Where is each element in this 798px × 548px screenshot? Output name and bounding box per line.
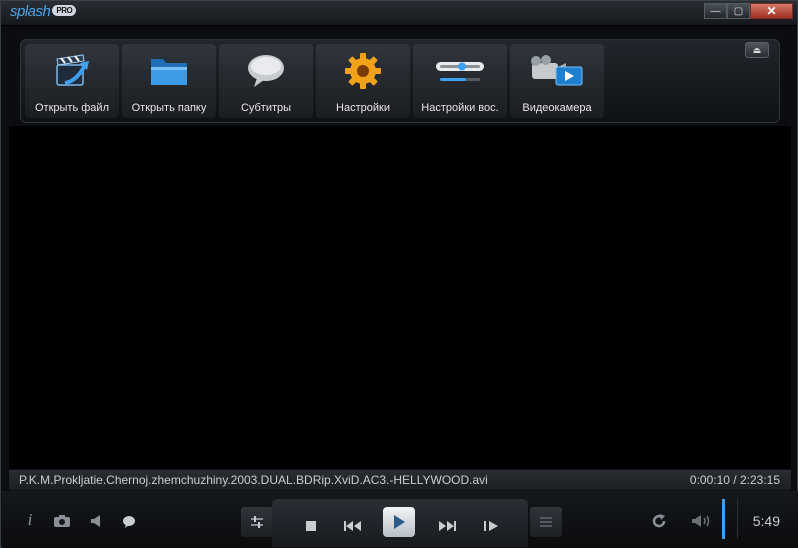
player-window: splash PRO — ▢ ✕ Открыть файл Открыть па… bbox=[0, 0, 798, 548]
skip-forward-icon bbox=[439, 521, 456, 531]
playback-time: 0:00:10 / 2:23:15 bbox=[689, 473, 780, 487]
close-button[interactable]: ✕ bbox=[750, 3, 793, 19]
video-camera-button[interactable]: Видеокамера bbox=[510, 44, 604, 118]
playback-settings-label: Настройки вос. bbox=[421, 102, 499, 114]
audio-track-icon[interactable] bbox=[88, 513, 104, 529]
settings-label: Настройки bbox=[336, 102, 390, 114]
clapperboard-arrow-icon bbox=[25, 50, 119, 92]
open-file-button[interactable]: Открыть файл bbox=[25, 44, 119, 118]
speech-bubble-icon bbox=[219, 50, 313, 92]
previous-button[interactable] bbox=[338, 511, 368, 541]
file-name: P.K.M.Prokljatie.Chernoj.zhemchuzhiny.20… bbox=[19, 473, 488, 487]
volume-slider[interactable] bbox=[722, 499, 725, 539]
toolbar: Открыть файл Открыть папку Субтитры Наст… bbox=[20, 39, 780, 123]
clock: 5:49 bbox=[752, 513, 780, 529]
stop-icon bbox=[306, 521, 316, 531]
playlist-icon bbox=[540, 517, 552, 527]
open-file-label: Открыть файл bbox=[35, 102, 109, 114]
title-bar[interactable]: splash PRO — ▢ ✕ bbox=[1, 1, 797, 26]
subtitles-icon[interactable] bbox=[120, 513, 138, 529]
minimize-button[interactable]: — bbox=[704, 3, 727, 19]
divider bbox=[737, 499, 738, 539]
frame-step-icon bbox=[484, 521, 498, 531]
window-controls: — ▢ ✕ bbox=[704, 3, 793, 19]
collapse-toolbar-button[interactable]: ⏏ bbox=[745, 42, 769, 58]
snapshot-icon[interactable] bbox=[52, 513, 72, 529]
info-icon[interactable]: i bbox=[22, 510, 38, 529]
equalizer-button[interactable] bbox=[241, 507, 273, 537]
frame-step-button[interactable] bbox=[476, 511, 506, 541]
open-folder-label: Открыть папку bbox=[131, 102, 207, 114]
repeat-icon[interactable] bbox=[650, 513, 668, 529]
volume-icon[interactable] bbox=[690, 513, 714, 529]
sliders-icon bbox=[413, 50, 507, 92]
play-icon bbox=[394, 515, 405, 529]
subtitles-button[interactable]: Субтитры bbox=[219, 44, 313, 118]
video-camera-icon bbox=[510, 50, 604, 92]
control-bar: i 5:49 bbox=[2, 491, 798, 548]
transport-panel bbox=[272, 499, 528, 547]
maximize-button[interactable]: ▢ bbox=[727, 3, 750, 19]
skip-back-icon bbox=[344, 521, 361, 531]
toolbar-items: Открыть файл Открыть папку Субтитры Наст… bbox=[25, 44, 604, 118]
settings-button[interactable]: Настройки bbox=[316, 44, 410, 118]
video-area[interactable] bbox=[9, 126, 791, 469]
play-button[interactable] bbox=[383, 507, 415, 537]
next-button[interactable] bbox=[432, 511, 462, 541]
gear-icon bbox=[316, 50, 410, 92]
subtitles-label: Субтитры bbox=[240, 102, 292, 114]
video-camera-label: Видеокамера bbox=[522, 102, 592, 114]
folder-icon bbox=[122, 50, 216, 92]
open-folder-button[interactable]: Открыть папку bbox=[122, 44, 216, 118]
playback-settings-button[interactable]: Настройки вос. bbox=[413, 44, 507, 118]
status-bar: P.K.M.Prokljatie.Chernoj.zhemchuzhiny.20… bbox=[9, 470, 791, 490]
playlist-button[interactable] bbox=[530, 507, 562, 537]
logo-badge: PRO bbox=[52, 5, 77, 16]
logo-text: splash bbox=[10, 3, 51, 20]
stop-button[interactable] bbox=[296, 511, 326, 541]
app-logo: splash PRO bbox=[10, 3, 77, 20]
